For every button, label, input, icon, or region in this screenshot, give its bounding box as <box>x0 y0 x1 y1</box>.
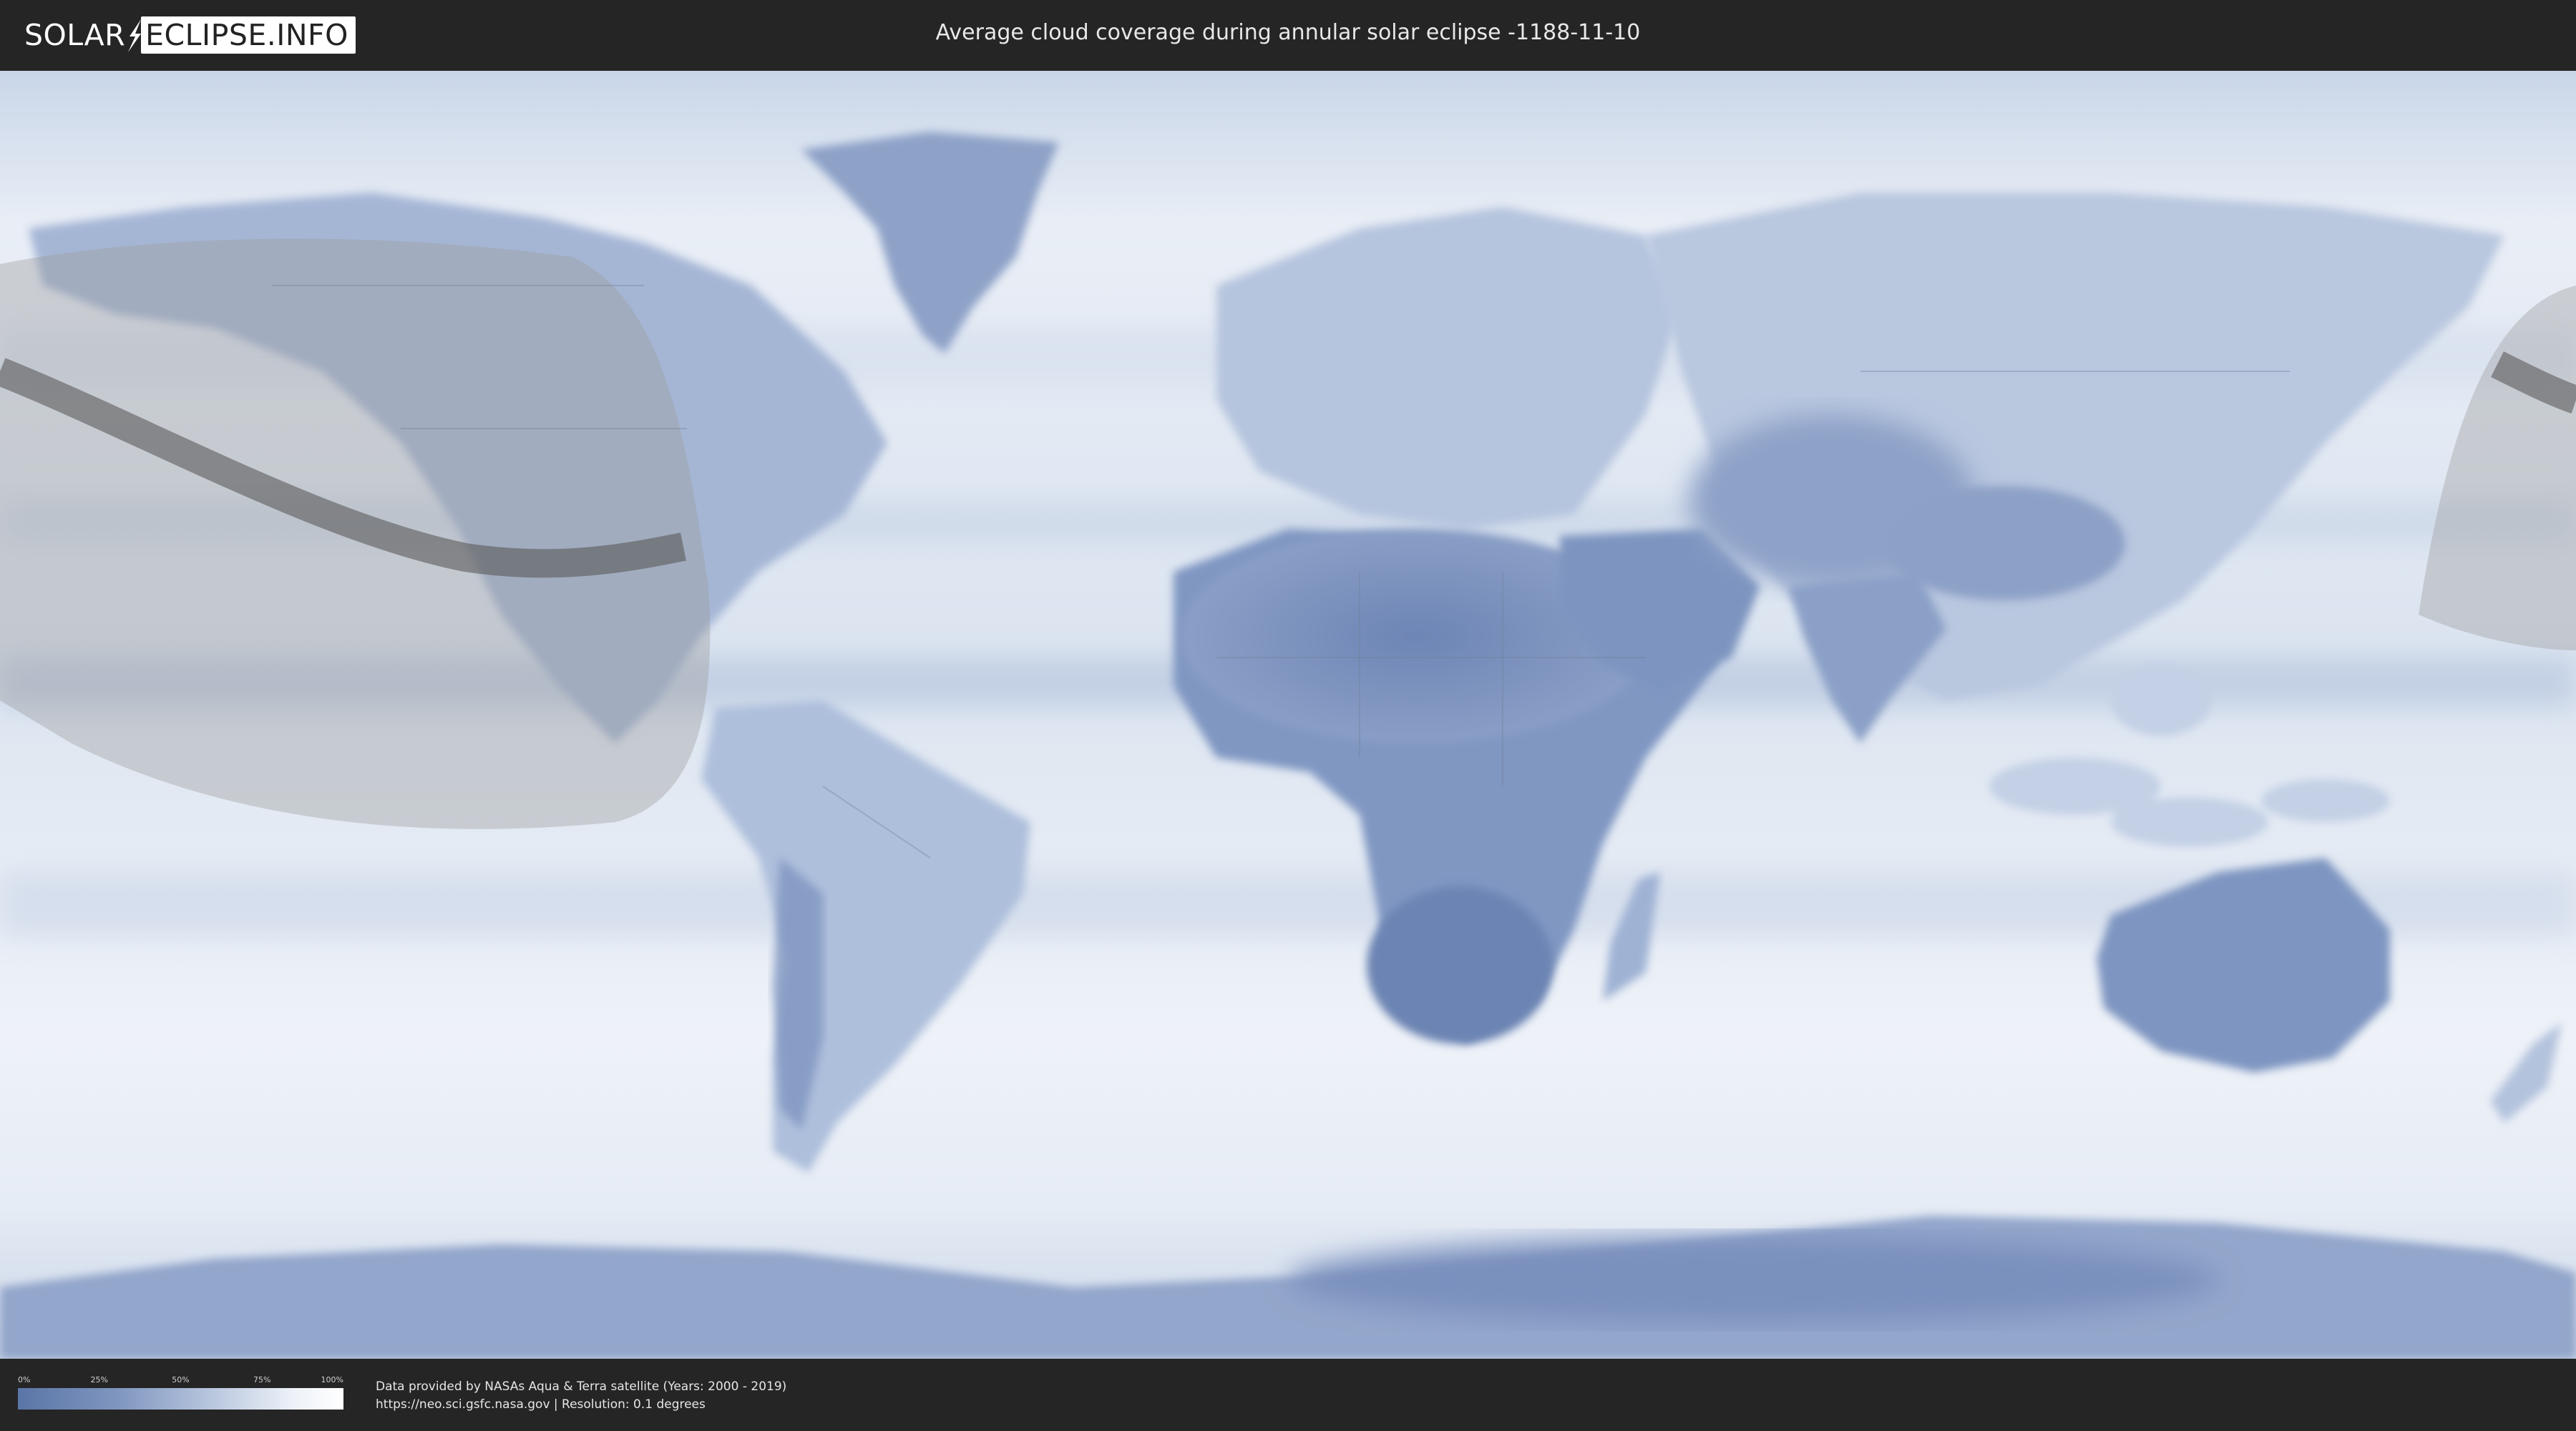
data-credits: Data provided by NASAs Aqua & Terra sate… <box>376 1378 786 1414</box>
legend-tick-50: 50% <box>172 1375 190 1384</box>
legend-tick-100: 100% <box>321 1375 343 1384</box>
legend-ticks: 0% 25% 50% 75% 100% <box>18 1375 343 1388</box>
legend-tick-0: 0% <box>18 1375 31 1384</box>
header-bar: SOLAR ECLIPSE.INFO Average cloud coverag… <box>0 0 2576 71</box>
credits-source-line: Data provided by NASAs Aqua & Terra sate… <box>376 1379 787 1394</box>
cloud-coverage-legend: 0% 25% 50% 75% 100% <box>18 1375 343 1410</box>
page-title: Average cloud coverage during annular so… <box>935 20 1641 45</box>
southern-africa-clear-sky <box>1367 887 1553 1044</box>
legend-tick-25: 25% <box>90 1375 108 1384</box>
credits-url-line: https://neo.sci.gsfc.nasa.gov | Resoluti… <box>376 1397 706 1412</box>
legend-tick-75: 75% <box>253 1375 271 1384</box>
cloud-coverage-map[interactable] <box>0 71 2576 1359</box>
antarctic-plateau-clear-sky <box>1288 1237 2218 1323</box>
legend-gradient-bar <box>18 1388 343 1410</box>
